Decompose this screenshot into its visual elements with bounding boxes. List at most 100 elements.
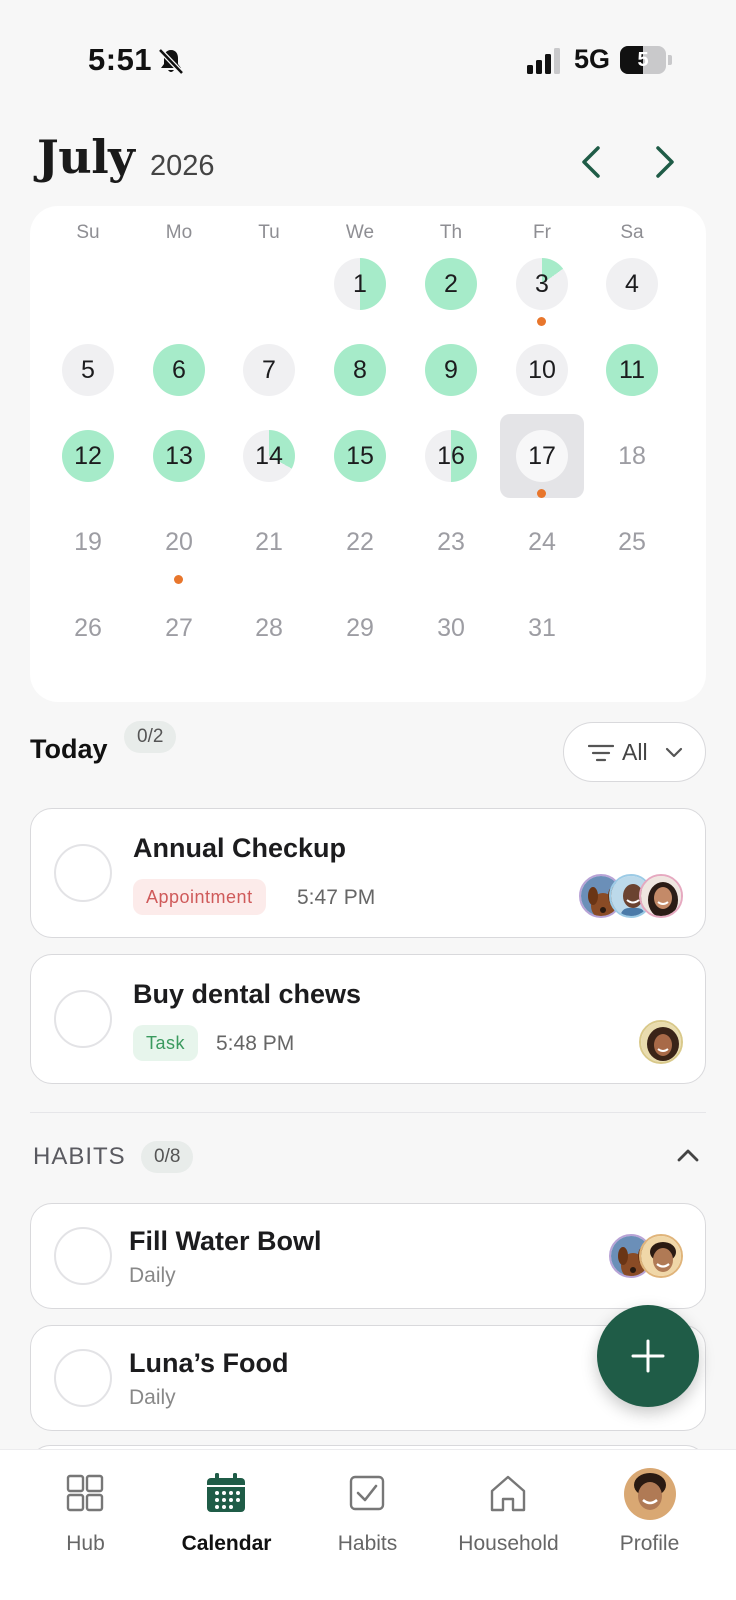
calendar-day[interactable]: 14 (227, 414, 311, 498)
woman-avatar (639, 1020, 683, 1064)
calendar-day[interactable]: 11 (590, 328, 674, 412)
signal-icon (527, 48, 560, 74)
day-number: 9 (444, 356, 458, 384)
habit-complete-checkbox[interactable] (54, 1227, 112, 1285)
section-divider (30, 1112, 706, 1113)
calendar-day[interactable]: 4 (590, 242, 674, 326)
day-number: 4 (625, 270, 639, 298)
day-number: 24 (528, 528, 556, 556)
tab-calendar[interactable]: Calendar (153, 1450, 300, 1580)
status-bar: 5:51 5G 5 (0, 0, 736, 120)
task-card-dental-chews[interactable]: Buy dental chews Task 5:48 PM (30, 954, 706, 1084)
add-button[interactable] (597, 1305, 699, 1407)
chevron-down-icon (665, 747, 683, 758)
habit-title: Fill Water Bowl (129, 1226, 322, 1256)
calendar-day[interactable]: 2 (409, 242, 493, 326)
day-number: 1 (353, 270, 367, 298)
day-number: 22 (346, 528, 374, 556)
calendar-day[interactable]: 26 (46, 586, 130, 670)
calendar-day[interactable]: 19 (46, 500, 130, 584)
calendar-grid: Su Mo Tu We Th Fr Sa 1 2 3 4 5 6 7 8 9 10 11 12 13 14 15 16 17 1… (30, 206, 706, 702)
day-number: 6 (172, 356, 186, 384)
tab-label: Habits (337, 1532, 398, 1555)
appointment-tag: Appointment (133, 879, 266, 915)
filter-label: All (622, 739, 648, 765)
day-number: 17 (528, 442, 556, 470)
calendar-day[interactable]: 30 (409, 586, 493, 670)
day-number: 19 (74, 528, 102, 556)
calendar-day[interactable]: 21 (227, 500, 311, 584)
day-number: 31 (528, 614, 556, 642)
assignee-avatars (639, 1020, 683, 1064)
tab-label: Profile (619, 1532, 680, 1555)
day-number: 3 (535, 270, 549, 298)
day-number: 2 (444, 270, 458, 298)
day-number: 5 (81, 356, 95, 384)
habit-title: Luna’s Food (129, 1348, 289, 1378)
calendar-day[interactable]: 3 (500, 242, 584, 326)
assignee-avatars (579, 874, 683, 918)
calendar-day[interactable]: 1 (318, 242, 402, 326)
tab-label: Calendar (181, 1532, 272, 1555)
habits-section-title: HABITS (33, 1143, 126, 1170)
day-number: 14 (255, 442, 283, 470)
calendar-day[interactable]: 29 (318, 586, 402, 670)
day-number: 11 (619, 356, 645, 384)
day-number: 7 (262, 356, 276, 384)
calendar-day[interactable]: 18 (590, 414, 674, 498)
calendar-day[interactable]: 12 (46, 414, 130, 498)
calendar-day[interactable]: 8 (318, 328, 402, 412)
status-time: 5:51 (88, 42, 153, 77)
task-tag: Task (133, 1025, 199, 1061)
calendar-day[interactable]: 27 (137, 586, 221, 670)
day-number: 16 (437, 442, 465, 470)
calendar-day[interactable]: 7 (227, 328, 311, 412)
tab-hub[interactable]: Hub (12, 1450, 159, 1580)
woman-avatar (639, 874, 683, 918)
collapse-habits-button[interactable] (674, 1144, 702, 1168)
day-number: 18 (618, 442, 646, 470)
weekday-label: Mo (165, 222, 193, 243)
year-label: 2026 (150, 150, 215, 182)
next-month-button[interactable] (646, 140, 682, 184)
day-number: 26 (74, 614, 102, 642)
calendar-day[interactable]: 15 (318, 414, 402, 498)
calendar-day[interactable]: 22 (318, 500, 402, 584)
tab-label: Household (458, 1532, 559, 1555)
calendar-day-selected[interactable]: 17 (500, 414, 584, 498)
task-complete-checkbox[interactable] (54, 990, 112, 1048)
tab-profile[interactable]: Profile (576, 1450, 723, 1580)
day-number: 29 (346, 614, 374, 642)
calendar-day[interactable]: 24 (500, 500, 584, 584)
weekday-label: Sa (620, 222, 644, 243)
event-indicator-dot (174, 575, 183, 584)
day-number: 8 (353, 356, 367, 384)
day-number: 23 (437, 528, 465, 556)
habit-frequency: Daily (129, 1264, 176, 1287)
calendar-day[interactable]: 5 (46, 328, 130, 412)
calendar-day[interactable]: 31 (500, 586, 584, 670)
tab-household[interactable]: Household (435, 1450, 582, 1580)
calendar-icon (207, 1473, 245, 1512)
task-title: Buy dental chews (133, 979, 362, 1009)
bell-muted-icon (158, 48, 184, 75)
filter-button[interactable]: All (563, 722, 706, 782)
task-time: 5:47 PM (297, 886, 376, 909)
task-complete-checkbox[interactable] (54, 844, 112, 902)
previous-month-button[interactable] (574, 140, 610, 184)
habit-card-fill-water-bowl[interactable]: Fill Water Bowl Daily (30, 1203, 706, 1309)
calendar-day[interactable]: 28 (227, 586, 311, 670)
calendar-day[interactable]: 13 (137, 414, 221, 498)
habit-complete-checkbox[interactable] (54, 1349, 112, 1407)
calendar-day[interactable]: 10 (500, 328, 584, 412)
calendar-day[interactable]: 25 (590, 500, 674, 584)
calendar-day[interactable]: 23 (409, 500, 493, 584)
checkbox-icon (349, 1475, 385, 1511)
calendar-day[interactable]: 16 (409, 414, 493, 498)
tab-habits[interactable]: Habits (294, 1450, 441, 1580)
calendar-day[interactable]: 6 (137, 328, 221, 412)
calendar-day[interactable]: 9 (409, 328, 493, 412)
task-title: Annual Checkup (133, 833, 347, 863)
calendar-day[interactable]: 20 (137, 500, 221, 584)
task-card-annual-checkup[interactable]: Annual Checkup Appointment 5:47 PM (30, 808, 706, 938)
